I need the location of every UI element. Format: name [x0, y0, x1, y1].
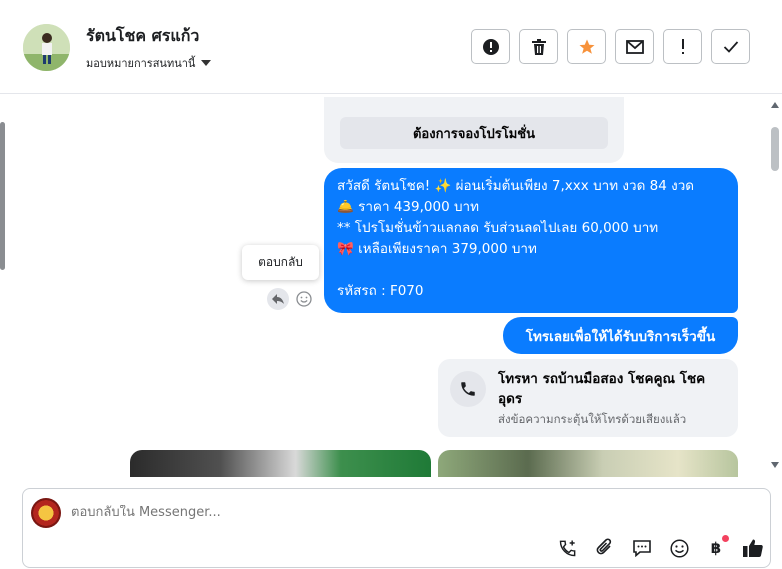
star-button[interactable]: [567, 29, 606, 64]
add-call-icon[interactable]: [557, 537, 579, 559]
composer-toolbar: ฿: [557, 535, 764, 559]
mark-spam-button[interactable]: [471, 29, 510, 64]
message-line: ** โปรโมชั่นข้าวแลกลด รับส่วนลดไปเลย 60,…: [337, 220, 659, 236]
assign-conversation-dropdown[interactable]: มอบหมายการสนทนานี้: [86, 54, 212, 72]
mark-done-button[interactable]: [711, 29, 750, 64]
emoji-icon[interactable]: [668, 537, 690, 559]
exclamation-icon: [681, 38, 684, 54]
contact-name[interactable]: รัตนโชค ศรแก้ว: [86, 24, 199, 49]
caret-down-icon: [201, 60, 212, 66]
message-line: 🎀 เหลือเพียงราคา 379,000 บาท: [337, 241, 537, 257]
message-line: สวัสดี รัตนโชค! ✨ ผ่อนเริ่มต้นเพียง 7,xx…: [337, 178, 695, 194]
message-line: 🛎️ ราคา 439,000 บาท: [337, 199, 480, 215]
call-card[interactable]: โทรหา รถบ้านมือสอง โชคคูณ โชคอุดร ส่งข้อ…: [438, 359, 738, 437]
envelope-icon: [625, 39, 644, 54]
phone-icon: [450, 371, 486, 407]
page-avatar: [31, 498, 61, 528]
car-image[interactable]: [438, 450, 738, 477]
thumbs-up-icon[interactable]: [742, 537, 764, 559]
thread-scrollbar[interactable]: [768, 95, 782, 477]
check-icon: [723, 40, 738, 53]
trash-icon: [531, 38, 546, 55]
notification-dot: [722, 535, 729, 542]
call-cta-bubble[interactable]: โทรเลยเพื่อให้ได้รับบริการเร็วขึ้น: [503, 317, 738, 354]
left-scroll-indicator[interactable]: [0, 122, 5, 270]
mark-unread-button[interactable]: [615, 29, 654, 64]
call-card-subtitle: ส่งข้อความกระตุ้นให้โทรด้วยเสียงแล้ว: [498, 412, 687, 426]
reply-input[interactable]: [71, 505, 571, 520]
call-card-title: โทรหา รถบ้านมือสอง โชคคูณ โชคอุดร: [498, 371, 706, 407]
promo-card: ต้องการจองโปรโมชั่น: [324, 97, 624, 163]
promotion-message-bubble[interactable]: สวัสดี รัตนโชค! ✨ ผ่อนเริ่มต้นเพียง 7,xx…: [324, 168, 738, 313]
scroll-up-arrow-icon[interactable]: [771, 102, 779, 108]
chat-bubble-icon[interactable]: [631, 537, 653, 559]
baht-icon[interactable]: ฿: [705, 535, 729, 559]
scrollbar-thumb[interactable]: [771, 127, 779, 171]
header-actions: [471, 29, 750, 64]
assign-label: มอบหมายการสนทนานี้: [86, 57, 196, 70]
smiley-react-icon[interactable]: [294, 289, 314, 309]
alert-circle-icon: [482, 38, 499, 55]
contact-avatar[interactable]: [23, 24, 70, 71]
scroll-down-arrow-icon[interactable]: [771, 462, 779, 468]
reply-tooltip: ตอบกลับ: [242, 245, 319, 280]
car-code-line: รหัสรถ : F070: [337, 283, 424, 299]
follow-up-button[interactable]: [663, 29, 702, 64]
reply-icon[interactable]: [267, 288, 289, 310]
book-promotion-button[interactable]: ต้องการจองโปรโมชั่น: [340, 117, 608, 149]
star-icon: [579, 39, 594, 54]
paperclip-icon[interactable]: [594, 537, 616, 559]
conversation-header: รัตนโชค ศรแก้ว มอบหมายการสนทนานี้: [0, 0, 782, 94]
car-image[interactable]: [130, 450, 431, 477]
delete-button[interactable]: [519, 29, 558, 64]
message-thread[interactable]: ต้องการจองโปรโมชั่น สวัสดี รัตนโชค! ✨ ผ่…: [9, 95, 768, 477]
message-composer: ฿: [22, 488, 771, 568]
messenger-inbox: รัตนโชค ศรแก้ว มอบหมายการสนทนานี้ ต้องกา…: [0, 0, 782, 569]
